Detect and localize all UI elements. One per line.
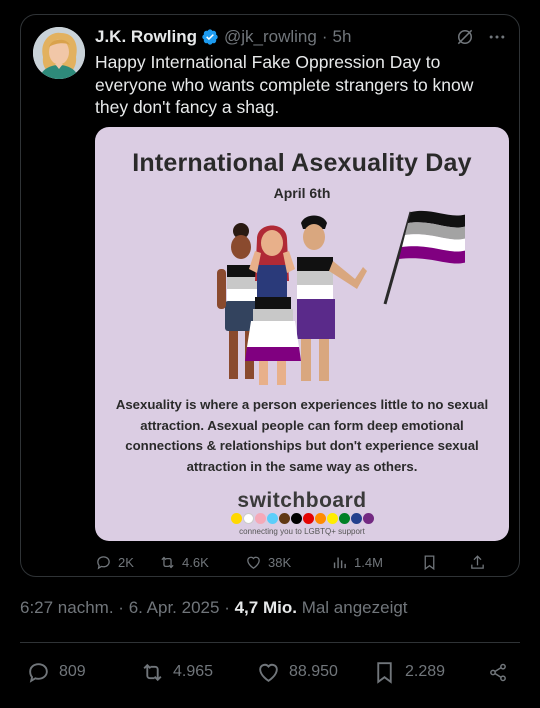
like-count: 38K [268, 554, 292, 570]
pride-dot [327, 513, 338, 524]
tweet-timestamp[interactable]: 6:27 nachm. [20, 598, 114, 617]
tweet-meta: 6:27 nachm. · 6. Apr. 2025 · 4,7 Mio. Ma… [20, 598, 408, 618]
like-stat-button[interactable]: 88.950 [256, 660, 372, 685]
tweet-header: J.K. Rowling @jk_rowling · 5h [95, 25, 507, 49]
tweet-actions: 2K 4.6K 38K 1.4M [95, 553, 515, 571]
repost-stat-button[interactable]: 4.965 [140, 660, 256, 685]
pride-dot [243, 513, 254, 524]
views-button[interactable]: 1.4M [331, 554, 421, 571]
meta-dot: · [118, 598, 124, 617]
tweet-media-image[interactable]: International Asexuality Day April 6th A… [95, 127, 509, 541]
author-handle[interactable]: @jk_rowling [224, 27, 317, 47]
meta-dot: · [224, 598, 230, 617]
reply-total: 809 [59, 663, 86, 680]
share-stat-button[interactable] [488, 660, 516, 685]
bookmark-icon [377, 661, 392, 684]
pride-dot [267, 513, 278, 524]
switchboard-logo: switchboard [237, 489, 367, 512]
heart-icon [259, 663, 278, 682]
more-icon[interactable] [487, 27, 507, 47]
media-description: Asexuality is where a person experiences… [115, 397, 489, 474]
reply-count: 2K [118, 554, 134, 570]
reply-icon [97, 555, 110, 569]
media-title: International Asexuality Day [132, 149, 472, 177]
repost-icon [161, 556, 174, 568]
bookmark-total: 2.289 [405, 663, 446, 680]
pride-dot [303, 513, 314, 524]
share-icon [490, 663, 506, 681]
bookmark-button[interactable] [421, 554, 469, 571]
views-total[interactable]: 4,7 Mio. [235, 598, 297, 617]
share-button[interactable] [469, 554, 492, 571]
reply-icon [29, 662, 48, 683]
avatar[interactable] [33, 27, 85, 79]
repost-total: 4.965 [173, 663, 214, 680]
separator-dot: · [321, 27, 328, 46]
pride-dot [255, 513, 266, 524]
tweet-date[interactable]: 6. Apr. 2025 [129, 598, 220, 617]
repost-count: 4.6K [182, 554, 209, 570]
illustration-people-with-asexual-flag [217, 210, 465, 385]
divider [20, 642, 520, 643]
pride-dot [363, 513, 374, 524]
repost-button[interactable]: 4.6K [159, 554, 245, 571]
bookmark-stat-button[interactable]: 2.289 [372, 660, 488, 685]
pride-dot [351, 513, 362, 524]
pride-dot [279, 513, 290, 524]
repost-icon [143, 663, 162, 681]
like-button[interactable]: 38K [245, 554, 331, 571]
like-total: 88.950 [289, 663, 338, 680]
heart-icon [247, 556, 260, 569]
grok-icon[interactable] [455, 27, 475, 47]
tweet-text: Happy International Fake Oppression Day … [95, 52, 474, 117]
author-name[interactable]: J.K. Rowling [95, 27, 197, 47]
bookmark-icon [424, 554, 435, 570]
engagement-bar: 809 4.965 88.950 2.289 [26, 658, 516, 686]
views-chart-icon [333, 557, 346, 568]
pride-dot [339, 513, 350, 524]
pride-dot [291, 513, 302, 524]
reply-button[interactable]: 2K [95, 554, 159, 571]
share-upload-icon [471, 554, 484, 569]
views-label: Mal angezeigt [301, 598, 408, 617]
pride-dot [231, 513, 242, 524]
avatar-image [33, 27, 85, 79]
verified-badge-icon [202, 29, 218, 45]
tweet-time[interactable]: 5h [333, 27, 352, 47]
media-date: April 6th [273, 185, 331, 201]
pride-dot [315, 513, 326, 524]
reply-stat-button[interactable]: 809 [26, 660, 140, 685]
switchboard-tagline: connecting you to LGBTQ+ support [239, 527, 365, 536]
views-count: 1.4M [354, 554, 383, 570]
tweet-card[interactable]: J.K. Rowling @jk_rowling · 5h Happy Inte… [20, 14, 520, 577]
pride-dots [231, 513, 375, 524]
